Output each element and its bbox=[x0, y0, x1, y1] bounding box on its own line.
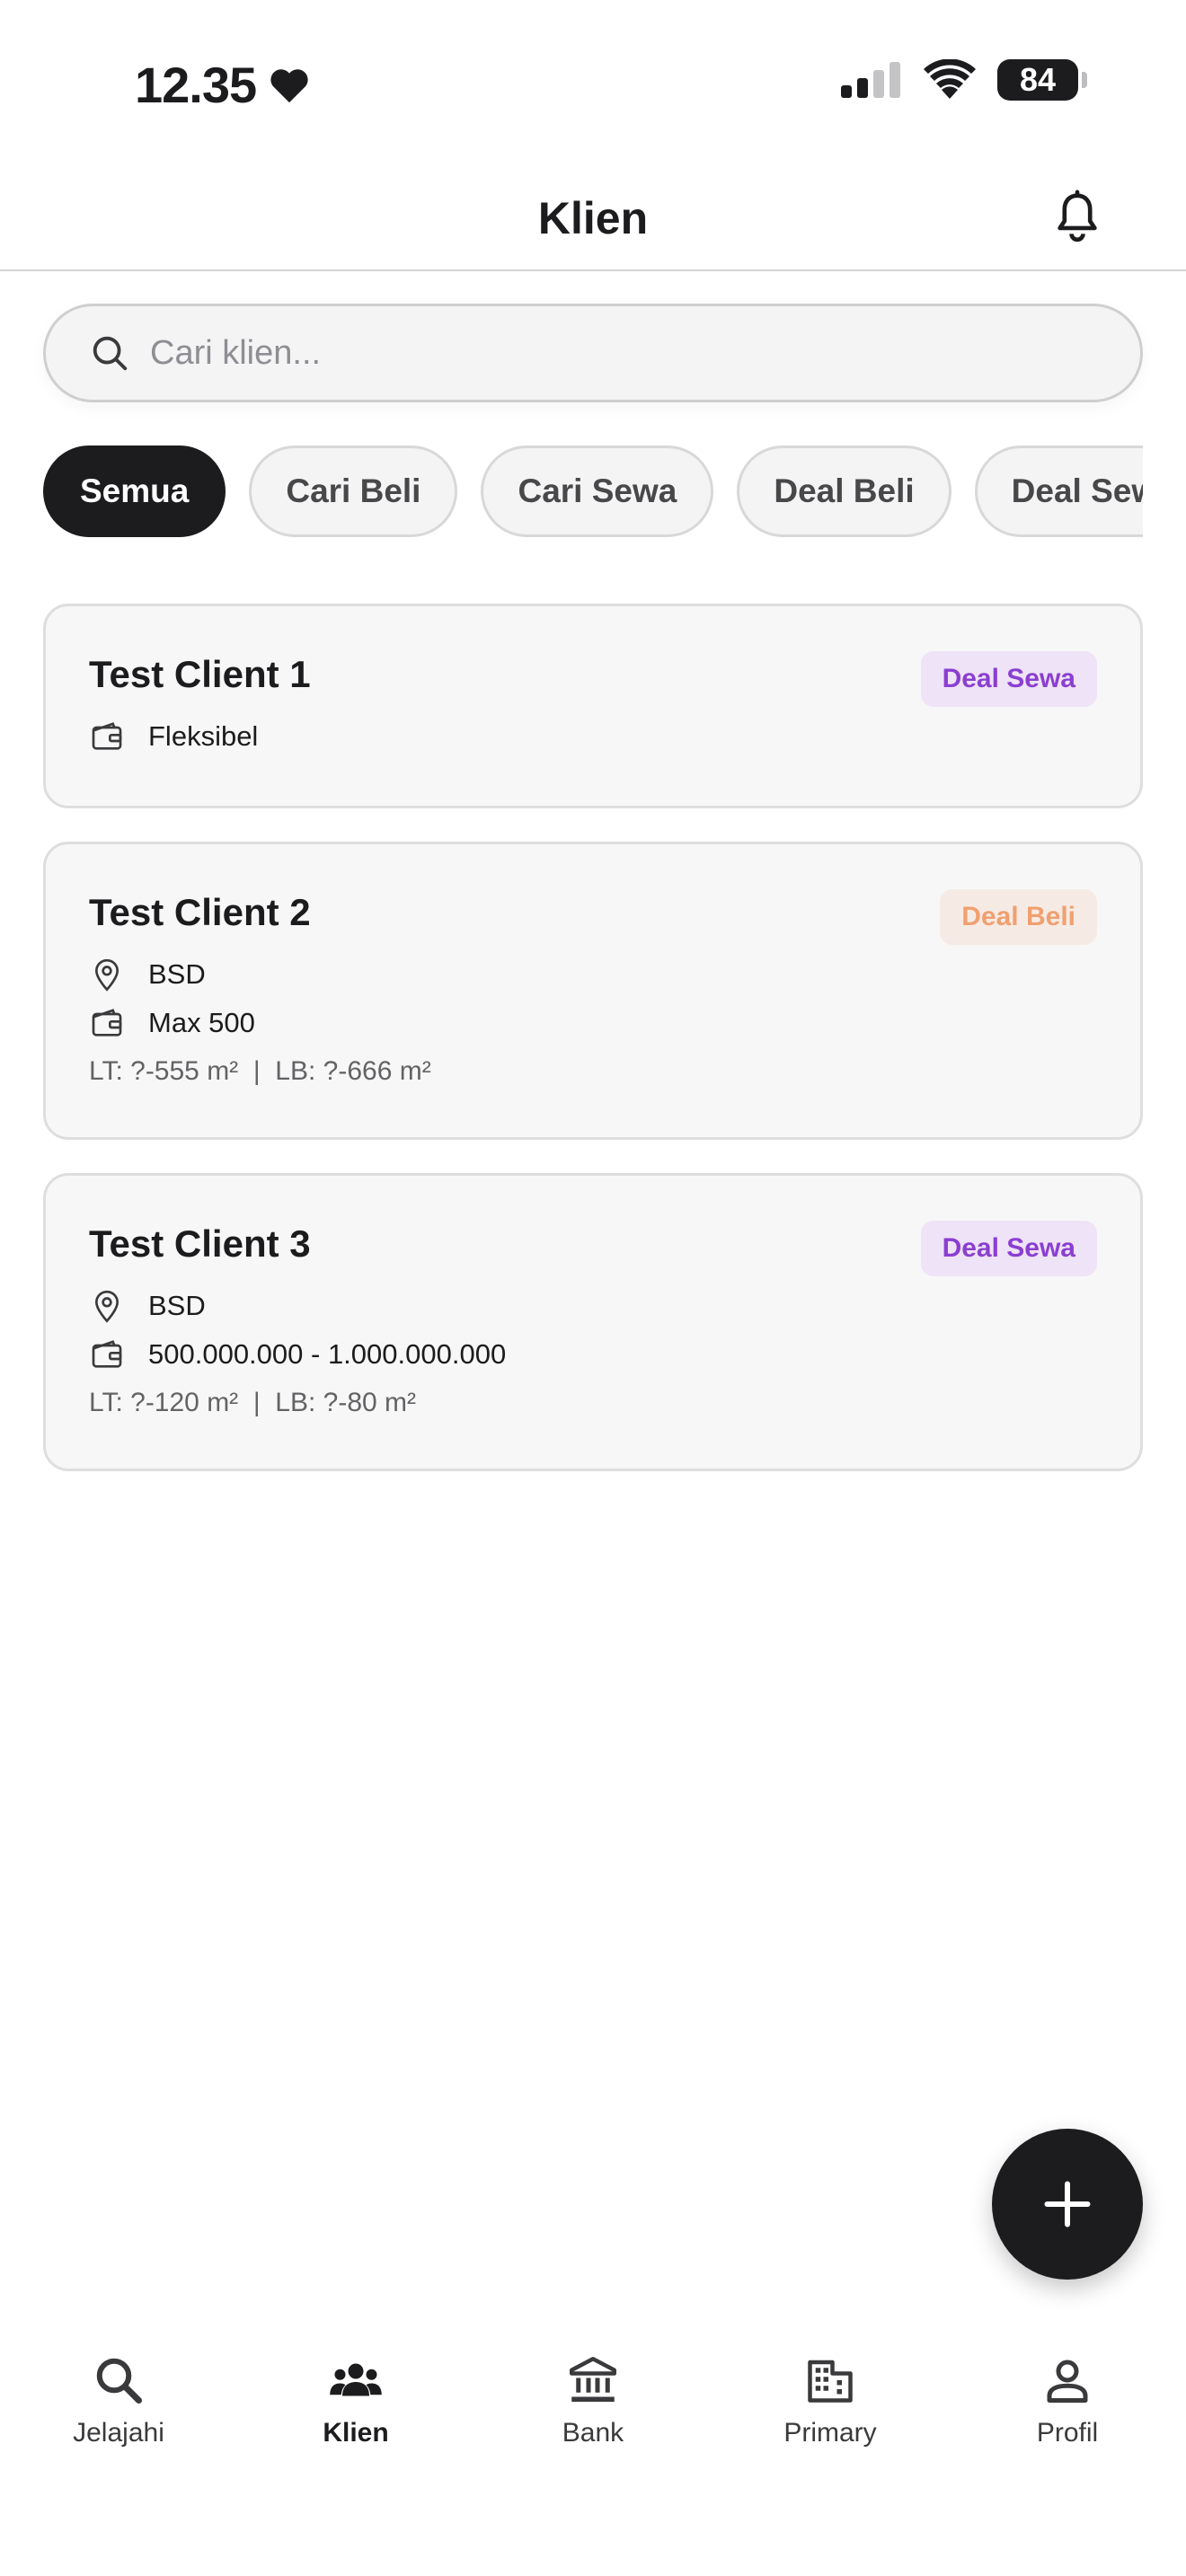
people-icon bbox=[330, 2363, 382, 2396]
cellular-signal-icon bbox=[841, 62, 900, 98]
nav-label: Klien bbox=[323, 2418, 389, 2448]
filter-chips: Semua Cari Beli Cari Sewa Deal Beli Deal… bbox=[43, 446, 1143, 539]
client-budget-row: 500.000.000 - 1.000.000.000 bbox=[89, 1330, 1097, 1379]
bank-icon bbox=[570, 2357, 616, 2402]
location-pin-icon bbox=[94, 1290, 119, 1323]
nav-item-profil[interactable]: Profil bbox=[949, 2353, 1186, 2479]
client-budget: Fleksibel bbox=[148, 720, 259, 752]
search-icon bbox=[96, 2358, 142, 2404]
nav-item-bank[interactable]: Bank bbox=[474, 2353, 712, 2479]
client-location: BSD bbox=[148, 958, 206, 990]
nav-label: Profil bbox=[1036, 2418, 1099, 2448]
add-client-button[interactable] bbox=[992, 2129, 1143, 2280]
client-size: LT: ?-555 m² | LB: ?-666 m² bbox=[89, 1056, 431, 1086]
search-icon bbox=[93, 336, 128, 371]
wallet-icon bbox=[92, 1340, 122, 1368]
client-size: LT: ?-120 m² | LB: ?-80 m² bbox=[89, 1388, 417, 1417]
client-card[interactable]: Test Client 1 Deal Sewa Fleksibel bbox=[43, 604, 1143, 808]
filter-chip-deal-beli[interactable]: Deal Beli bbox=[737, 446, 951, 537]
nav-item-klien[interactable]: Klien bbox=[237, 2353, 474, 2479]
status-badge: Deal Sewa bbox=[920, 1221, 1097, 1276]
nav-label: Bank bbox=[562, 2418, 624, 2448]
heart-icon bbox=[270, 68, 308, 102]
client-card[interactable]: Test Client 3 Deal Sewa BSD 500.000.000 … bbox=[43, 1173, 1143, 1471]
client-card[interactable]: Test Client 2 Deal Beli BSD Max 500 LT: … bbox=[43, 842, 1143, 1140]
client-budget: Max 500 bbox=[148, 1007, 255, 1038]
status-indicators: 84 bbox=[839, 59, 1087, 101]
client-location: BSD bbox=[148, 1290, 206, 1321]
status-time: 12.35 bbox=[135, 56, 310, 114]
filter-chip-semua[interactable]: Semua bbox=[43, 446, 226, 537]
plus-icon bbox=[1044, 2181, 1091, 2228]
filter-chip-cari-beli[interactable]: Cari Beli bbox=[249, 446, 458, 537]
notification-bell-icon[interactable] bbox=[1049, 189, 1105, 244]
wallet-icon bbox=[92, 1009, 122, 1037]
person-icon bbox=[1047, 2360, 1088, 2403]
search-input[interactable] bbox=[150, 333, 1049, 373]
client-budget-row: Max 500 bbox=[89, 999, 1097, 1047]
nav-label: Primary bbox=[783, 2418, 877, 2448]
status-badge: Deal Sewa bbox=[920, 651, 1097, 707]
page-title: Klien bbox=[537, 193, 649, 243]
nav-item-primary[interactable]: Primary bbox=[712, 2353, 949, 2479]
location-pin-icon bbox=[94, 958, 119, 992]
client-location-row: BSD bbox=[89, 1282, 1097, 1330]
client-budget: 500.000.000 - 1.000.000.000 bbox=[148, 1338, 507, 1370]
nav-item-jelajahi[interactable]: Jelajahi bbox=[0, 2353, 237, 2479]
battery-indicator: 84 bbox=[997, 59, 1087, 101]
wifi-icon bbox=[924, 59, 976, 99]
filter-chip-deal-sewa[interactable]: Deal Sewa bbox=[974, 446, 1143, 537]
status-time-text: 12.35 bbox=[135, 57, 257, 113]
bottom-navigation: Jelajahi Klien Bank Primary Profil bbox=[0, 2353, 1186, 2479]
building-icon bbox=[808, 2360, 853, 2403]
filter-chip-cari-sewa[interactable]: Cari Sewa bbox=[481, 446, 714, 537]
status-badge: Deal Beli bbox=[940, 889, 1097, 945]
client-budget-row: Fleksibel bbox=[89, 712, 1097, 761]
wallet-icon bbox=[92, 722, 122, 750]
nav-label: Jelajahi bbox=[73, 2418, 164, 2448]
search-bar[interactable] bbox=[43, 304, 1143, 402]
battery-level: 84 bbox=[1019, 61, 1057, 98]
client-location-row: BSD bbox=[89, 950, 1097, 999]
